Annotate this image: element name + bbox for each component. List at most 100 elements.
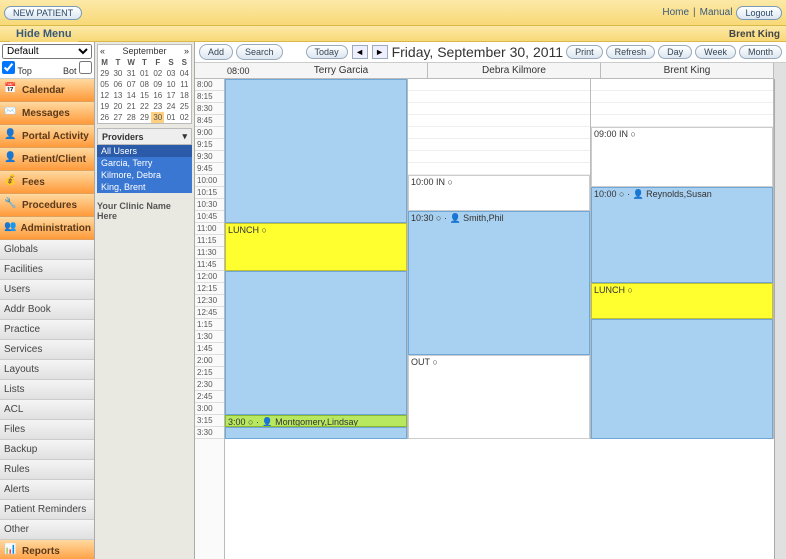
sidebar-item-alerts[interactable]: Alerts xyxy=(0,480,94,500)
scrollbar[interactable] xyxy=(774,79,786,559)
calendar-day[interactable]: 05 xyxy=(98,79,111,90)
sidebar-item-layouts[interactable]: Layouts xyxy=(0,360,94,380)
calendar-day[interactable]: 15 xyxy=(138,90,151,101)
sidebar-select[interactable]: Default xyxy=(2,44,92,59)
provider-option[interactable]: Kilmore, Debra xyxy=(97,169,192,181)
next-month-icon[interactable]: » xyxy=(184,46,189,56)
chevron-down-icon[interactable]: ▾ xyxy=(182,131,187,142)
calendar-day[interactable]: 01 xyxy=(138,68,151,79)
sidebar-item-rules[interactable]: Rules xyxy=(0,460,94,480)
bot-checkbox[interactable] xyxy=(79,61,92,74)
sidebar-item-practice[interactable]: Practice xyxy=(0,320,94,340)
calendar-day[interactable]: 29 xyxy=(98,68,111,79)
appointment[interactable]: 3:00 ○ · 👤 Montgomery,Lindsay xyxy=(225,415,407,427)
sidebar-item-procedures[interactable]: 🔧Procedures xyxy=(0,194,94,217)
calendar-day[interactable]: 03 xyxy=(164,68,177,79)
calendar-day[interactable]: 20 xyxy=(111,101,124,112)
sidebar-item-other[interactable]: Other xyxy=(0,520,94,540)
provider-column[interactable]: 10:00 IN ○10:30 ○ · 👤 Smith,PhilOUT ○ xyxy=(408,79,591,439)
sidebar-item-acl[interactable]: ACL xyxy=(0,400,94,420)
calendar-day[interactable]: 24 xyxy=(164,101,177,112)
sidebar-item-lists[interactable]: Lists xyxy=(0,380,94,400)
next-day-icon[interactable]: ► xyxy=(372,45,388,59)
calendar-day[interactable]: 02 xyxy=(178,112,191,123)
sidebar-item-globals[interactable]: Globals xyxy=(0,240,94,260)
calendar-day[interactable]: 19 xyxy=(98,101,111,112)
top-checkbox[interactable] xyxy=(2,61,15,74)
providers-header[interactable]: Providers ▾ xyxy=(97,128,192,145)
calendar-day[interactable]: 07 xyxy=(125,79,138,90)
calendar-day[interactable]: 13 xyxy=(111,90,124,101)
sidebar-item-users[interactable]: Users xyxy=(0,280,94,300)
calendar-day[interactable]: 10 xyxy=(164,79,177,90)
sidebar-item-files[interactable]: Files xyxy=(0,420,94,440)
appointment[interactable] xyxy=(591,319,773,439)
provider-column[interactable]: 09:00 IN ○10:00 ○ · 👤 Reynolds,SusanLUNC… xyxy=(591,79,774,439)
new-patient-button[interactable]: NEW PATIENT xyxy=(4,6,82,20)
calendar-day[interactable]: 25 xyxy=(178,101,191,112)
sidebar-item-patient-client[interactable]: 👤Patient/Client xyxy=(0,148,94,171)
mini-calendar[interactable]: « September » MTWTFSS2930310102030405060… xyxy=(97,44,192,124)
appointment[interactable] xyxy=(225,79,407,223)
calendar-day[interactable]: 18 xyxy=(178,90,191,101)
prev-day-icon[interactable]: ◄ xyxy=(352,45,368,59)
calendar-day[interactable]: 17 xyxy=(164,90,177,101)
calendar-day[interactable]: 06 xyxy=(111,79,124,90)
hide-menu-toggle[interactable]: Hide Menu xyxy=(10,26,78,42)
appointment[interactable] xyxy=(225,427,407,439)
day-view-button[interactable]: Day xyxy=(658,45,692,59)
provider-column[interactable]: LUNCH ○ 3:00 ○ · 👤 Montgomery,Lindsay xyxy=(225,79,408,439)
providers-list[interactable]: All UsersGarcia, TerryKilmore, DebraKing… xyxy=(97,145,192,193)
sidebar-item-patient-reminders[interactable]: Patient Reminders xyxy=(0,500,94,520)
calendar-day[interactable]: 01 xyxy=(164,112,177,123)
sidebar-item-facilities[interactable]: Facilities xyxy=(0,260,94,280)
appointment[interactable]: OUT ○ xyxy=(408,355,590,439)
calendar-day[interactable]: 27 xyxy=(111,112,124,123)
logout-button[interactable]: Logout xyxy=(736,6,782,20)
appointment[interactable]: LUNCH ○ xyxy=(591,283,773,319)
refresh-button[interactable]: Refresh xyxy=(606,45,656,59)
calendar-day[interactable]: 21 xyxy=(125,101,138,112)
prev-month-icon[interactable]: « xyxy=(100,46,105,56)
sidebar-item-services[interactable]: Services xyxy=(0,340,94,360)
calendar-day[interactable]: 16 xyxy=(151,90,164,101)
provider-option[interactable]: Garcia, Terry xyxy=(97,157,192,169)
appointment[interactable]: 10:00 ○ · 👤 Reynolds,Susan xyxy=(591,187,773,283)
add-button[interactable]: Add xyxy=(199,44,233,60)
calendar-day[interactable]: 28 xyxy=(125,112,138,123)
calendar-day[interactable]: 23 xyxy=(151,101,164,112)
sidebar-item-calendar[interactable]: 📅Calendar xyxy=(0,79,94,102)
calendar-day[interactable]: 12 xyxy=(98,90,111,101)
calendar-day[interactable]: 08 xyxy=(138,79,151,90)
calendar-day[interactable]: 30 xyxy=(151,112,164,123)
calendar-day[interactable]: 09 xyxy=(151,79,164,90)
sidebar-item-fees[interactable]: 💰Fees xyxy=(0,171,94,194)
search-button[interactable]: Search xyxy=(236,44,283,60)
sidebar-item-addr-book[interactable]: Addr Book xyxy=(0,300,94,320)
calendar-day[interactable]: 14 xyxy=(125,90,138,101)
provider-option[interactable]: All Users xyxy=(97,145,192,157)
manual-link[interactable]: Manual xyxy=(700,7,733,18)
today-button[interactable]: Today xyxy=(306,45,348,59)
calendar-day[interactable]: 02 xyxy=(151,68,164,79)
calendar-day[interactable]: 29 xyxy=(138,112,151,123)
appointment[interactable]: 10:00 IN ○ xyxy=(408,175,590,211)
provider-option[interactable]: King, Brent xyxy=(97,181,192,193)
calendar-day[interactable]: 26 xyxy=(98,112,111,123)
week-view-button[interactable]: Week xyxy=(695,45,736,59)
home-link[interactable]: Home xyxy=(662,7,689,18)
calendar-day[interactable]: 22 xyxy=(138,101,151,112)
calendar-day[interactable]: 04 xyxy=(178,68,191,79)
sidebar-item-portal-activity[interactable]: 👤Portal Activity xyxy=(0,125,94,148)
appointment[interactable]: 09:00 IN ○ xyxy=(591,127,773,187)
appointment[interactable]: 10:30 ○ · 👤 Smith,Phil xyxy=(408,211,590,355)
calendar-day[interactable]: 31 xyxy=(125,68,138,79)
print-button[interactable]: Print xyxy=(566,45,603,59)
appointment[interactable] xyxy=(225,271,407,415)
appointment[interactable]: LUNCH ○ xyxy=(225,223,407,271)
sidebar-item-messages[interactable]: ✉️Messages xyxy=(0,102,94,125)
calendar-day[interactable]: 11 xyxy=(178,79,191,90)
sidebar-item-administration[interactable]: 👥Administration xyxy=(0,217,94,240)
sidebar-item-backup[interactable]: Backup xyxy=(0,440,94,460)
month-view-button[interactable]: Month xyxy=(739,45,782,59)
